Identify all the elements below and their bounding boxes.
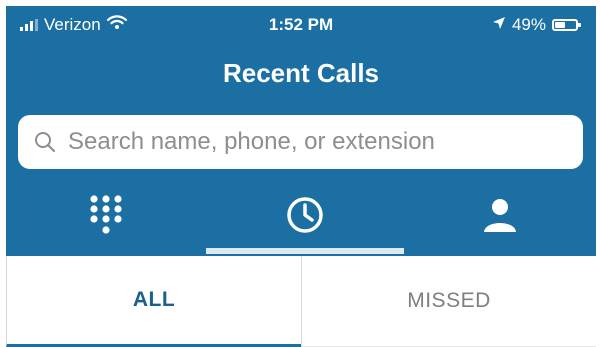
search-bar[interactable]	[18, 115, 583, 169]
filter-all[interactable]: ALL	[6, 256, 301, 347]
battery-fill	[555, 22, 565, 28]
contact-icon	[482, 197, 518, 238]
app-frame: Verizon 1:52 PM 49% Recent Calls Search …	[0, 0, 600, 347]
status-bar: Verizon 1:52 PM 49%	[6, 6, 596, 42]
call-filter: ALL MISSED	[6, 256, 596, 347]
location-arrow-icon	[492, 15, 506, 35]
filter-missed[interactable]: MISSED	[301, 256, 596, 347]
clock-icon	[285, 195, 325, 240]
status-right-group: 49%	[492, 15, 581, 35]
search-icon	[34, 131, 56, 153]
dialpad-icon	[88, 193, 124, 242]
page-title: Recent Calls	[222, 58, 380, 88]
tab-contacts[interactable]	[404, 188, 596, 246]
battery-percent: 49%	[511, 15, 546, 34]
search-input[interactable]	[66, 127, 550, 157]
tab-dialpad[interactable]	[6, 188, 206, 246]
tab-recents[interactable]	[206, 188, 404, 246]
battery-icon	[552, 19, 581, 31]
active-tab-indicator	[206, 248, 404, 254]
